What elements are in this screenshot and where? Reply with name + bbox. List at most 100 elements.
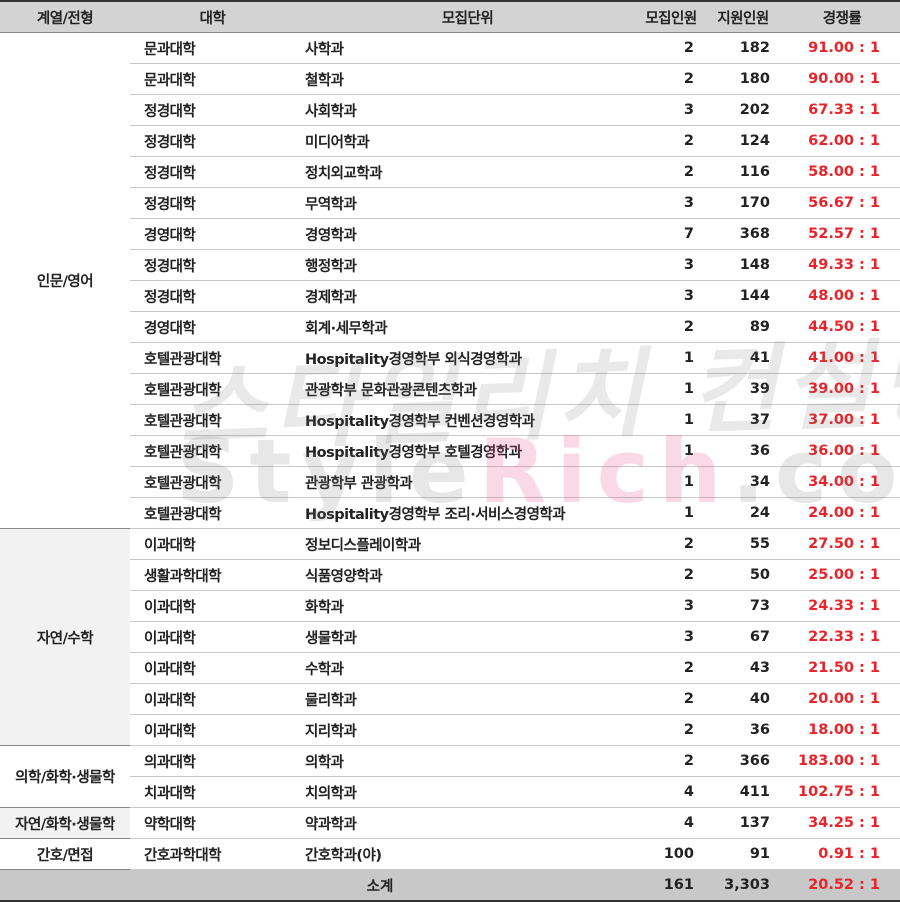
group-cell: 인문/영어 xyxy=(0,32,130,529)
table-row: 정경대학 경제학과 3 144 48.00 : 1 xyxy=(0,280,900,312)
quota-cell: 2 xyxy=(640,32,702,64)
ratio-cell: 20.00 : 1 xyxy=(784,683,900,715)
college-cell: 정경대학 xyxy=(130,125,295,157)
quota-cell: 2 xyxy=(640,63,702,95)
total-quota: 161 xyxy=(640,869,702,902)
applicants-cell: 368 xyxy=(702,218,784,250)
unit-cell: Hospitality경영학부 호텔경영학과 xyxy=(295,435,640,467)
table-row: 정경대학 미디어학과 2 124 62.00 : 1 xyxy=(0,125,900,157)
table-row: 생활과학대학 식품영양학과 2 50 25.00 : 1 xyxy=(0,559,900,591)
total-ratio: 20.52 : 1 xyxy=(784,869,900,902)
unit-cell: 약과학과 xyxy=(295,807,640,839)
total-label: 소계 xyxy=(0,869,640,902)
applicants-cell: 50 xyxy=(702,559,784,591)
applicants-cell: 89 xyxy=(702,311,784,343)
college-cell: 약학대학 xyxy=(130,807,295,839)
college-cell: 문과대학 xyxy=(130,32,295,64)
college-cell: 호텔관광대학 xyxy=(130,342,295,374)
quota-cell: 1 xyxy=(640,497,702,529)
group-cell: 자연/화학·생물학 xyxy=(0,807,130,839)
unit-cell: 생물학과 xyxy=(295,621,640,653)
quota-cell: 2 xyxy=(640,125,702,157)
quota-cell: 1 xyxy=(640,373,702,405)
applicants-cell: 37 xyxy=(702,404,784,436)
college-cell: 호텔관광대학 xyxy=(130,497,295,529)
ratio-cell: 39.00 : 1 xyxy=(784,373,900,405)
applicants-cell: 411 xyxy=(702,776,784,808)
college-cell: 간호과학대학 xyxy=(130,838,295,870)
ratio-cell: 91.00 : 1 xyxy=(784,32,900,64)
college-cell: 치과대학 xyxy=(130,776,295,808)
college-cell: 이과대학 xyxy=(130,590,295,622)
ratio-cell: 52.57 : 1 xyxy=(784,218,900,250)
table-row: 호텔관광대학 Hospitality경영학부 조리·서비스경영학과 1 24 2… xyxy=(0,497,900,529)
applicants-cell: 366 xyxy=(702,745,784,777)
ratio-cell: 37.00 : 1 xyxy=(784,404,900,436)
unit-cell: Hospitality경영학부 조리·서비스경영학과 xyxy=(295,497,640,529)
quota-cell: 2 xyxy=(640,528,702,560)
ratio-cell: 58.00 : 1 xyxy=(784,156,900,188)
total-applicants: 3,303 xyxy=(702,869,784,902)
unit-cell: 지리학과 xyxy=(295,714,640,746)
unit-cell: 사회학과 xyxy=(295,94,640,126)
quota-cell: 2 xyxy=(640,745,702,777)
college-cell: 이과대학 xyxy=(130,714,295,746)
quota-cell: 1 xyxy=(640,404,702,436)
quota-cell: 2 xyxy=(640,714,702,746)
unit-cell: 치의학과 xyxy=(295,776,640,808)
unit-cell: 미디어학과 xyxy=(295,125,640,157)
college-cell: 정경대학 xyxy=(130,94,295,126)
ratio-cell: 56.67 : 1 xyxy=(784,187,900,219)
quota-cell: 3 xyxy=(640,94,702,126)
ratio-cell: 34.25 : 1 xyxy=(784,807,900,839)
ratio-cell: 44.50 : 1 xyxy=(784,311,900,343)
unit-cell: 행정학과 xyxy=(295,249,640,281)
table-row: 자연/화학·생물학 약학대학 약과학과 4 137 34.25 : 1 xyxy=(0,807,900,839)
college-cell: 정경대학 xyxy=(130,280,295,312)
ratio-cell: 102.75 : 1 xyxy=(784,776,900,808)
table-row: 호텔관광대학 관광학부 관광학과 1 34 34.00 : 1 xyxy=(0,466,900,498)
quota-cell: 100 xyxy=(640,838,702,870)
ratio-cell: 27.50 : 1 xyxy=(784,528,900,560)
total-row: 소계 161 3,303 20.52 : 1 xyxy=(0,869,900,902)
header-quota: 모집인원 xyxy=(640,0,702,33)
table-row: 치과대학 치의학과 4 411 102.75 : 1 xyxy=(0,776,900,808)
ratio-cell: 90.00 : 1 xyxy=(784,63,900,95)
table-row: 경영대학 회계·세무학과 2 89 44.50 : 1 xyxy=(0,311,900,343)
unit-cell: Hospitality경영학부 컨벤션경영학과 xyxy=(295,404,640,436)
ratio-cell: 24.33 : 1 xyxy=(784,590,900,622)
header-unit: 모집단위 xyxy=(295,0,640,33)
quota-cell: 3 xyxy=(640,249,702,281)
table-row: 호텔관광대학 Hospitality경영학부 컨벤션경영학과 1 37 37.0… xyxy=(0,404,900,436)
table-row: 정경대학 정치외교학과 2 116 58.00 : 1 xyxy=(0,156,900,188)
applicants-cell: 170 xyxy=(702,187,784,219)
applicants-cell: 67 xyxy=(702,621,784,653)
unit-cell: 물리학과 xyxy=(295,683,640,715)
applicants-cell: 116 xyxy=(702,156,784,188)
college-cell: 호텔관광대학 xyxy=(130,435,295,467)
group-cell: 의학/화학·생물학 xyxy=(0,745,130,808)
applicants-cell: 55 xyxy=(702,528,784,560)
quota-cell: 3 xyxy=(640,187,702,219)
quota-cell: 1 xyxy=(640,466,702,498)
quota-cell: 7 xyxy=(640,218,702,250)
ratio-cell: 36.00 : 1 xyxy=(784,435,900,467)
table-row: 이과대학 지리학과 2 36 18.00 : 1 xyxy=(0,714,900,746)
quota-cell: 4 xyxy=(640,776,702,808)
table-row: 자연/수학 이과대학 정보디스플레이학과 2 55 27.50 : 1 xyxy=(0,528,900,746)
ratio-cell: 62.00 : 1 xyxy=(784,125,900,157)
applicants-cell: 36 xyxy=(702,714,784,746)
ratio-cell: 48.00 : 1 xyxy=(784,280,900,312)
applicants-cell: 24 xyxy=(702,497,784,529)
quota-cell: 2 xyxy=(640,652,702,684)
table-row: 간호/면접 간호과학대학 간호학과(야) 100 91 0.91 : 1 xyxy=(0,838,900,870)
ratio-cell: 22.33 : 1 xyxy=(784,621,900,653)
header-ratio: 경쟁률 xyxy=(784,0,900,33)
applicants-cell: 43 xyxy=(702,652,784,684)
ratio-cell: 49.33 : 1 xyxy=(784,249,900,281)
quota-cell: 3 xyxy=(640,621,702,653)
quota-cell: 1 xyxy=(640,342,702,374)
table-row: 이과대학 물리학과 2 40 20.00 : 1 xyxy=(0,683,900,715)
unit-cell: 정치외교학과 xyxy=(295,156,640,188)
unit-cell: 간호학과(야) xyxy=(295,838,640,870)
